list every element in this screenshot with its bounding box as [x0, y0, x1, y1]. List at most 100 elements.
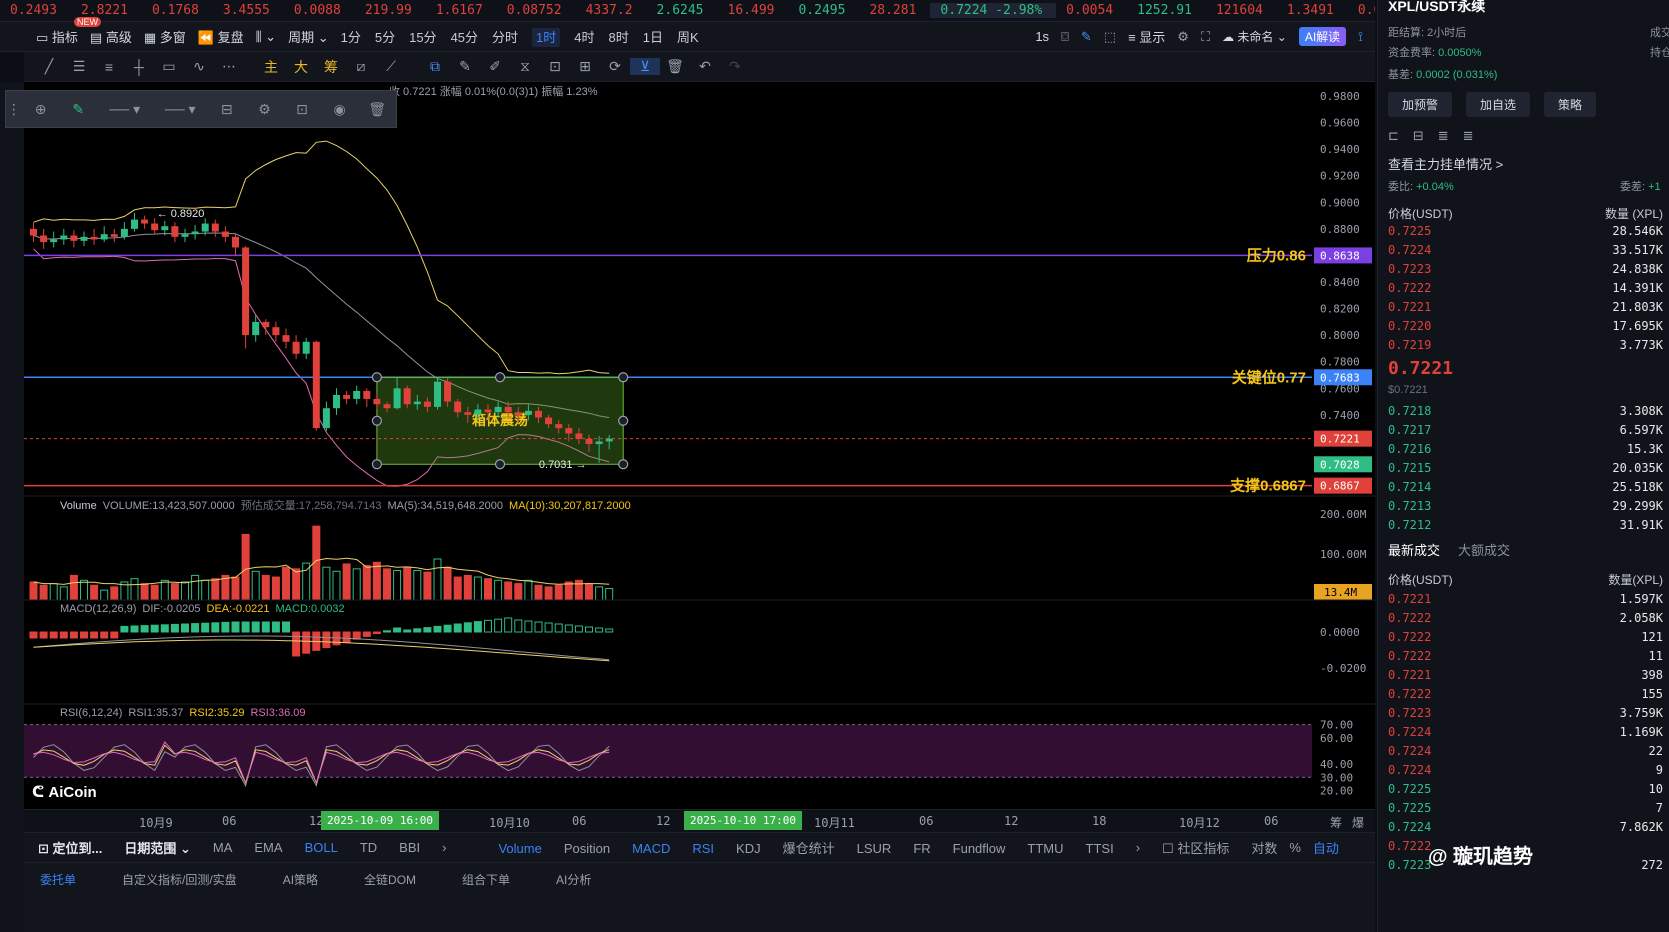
replay-button[interactable]: ⏪ 复盘 — [198, 27, 244, 46]
candle[interactable] — [252, 321, 260, 336]
orderbook-row[interactable]: 0.7222 121 — [1388, 630, 1663, 649]
bottom-tab-0[interactable]: 委托单 — [24, 871, 76, 888]
color-pen-icon[interactable]: ✎ — [59, 101, 97, 118]
orderbook-row[interactable]: 0.7225 7 — [1388, 801, 1663, 820]
orderbook-row[interactable]: 0.7221 21.803K — [1388, 300, 1663, 319]
orderbook-row[interactable]: 0.7221 398 — [1388, 668, 1663, 687]
candle[interactable] — [423, 401, 431, 407]
candle[interactable] — [50, 239, 58, 243]
candle[interactable] — [171, 226, 179, 237]
candle[interactable] — [353, 390, 361, 399]
latest-trades-tab[interactable]: 最新成交 — [1388, 540, 1440, 559]
sub-indicator-4[interactable]: KDJ — [736, 841, 761, 856]
candle[interactable] — [262, 321, 270, 328]
ticker-item[interactable]: 121604 — [1206, 3, 1277, 18]
locate-button[interactable]: ⊡ 定位到... — [38, 838, 102, 857]
big-trades-tab[interactable]: 大额成交 — [1458, 540, 1510, 559]
indicator-boll[interactable]: BOLL — [305, 840, 338, 855]
orderbook-row[interactable]: 0.7215 20.035K — [1388, 461, 1663, 480]
ticker-item[interactable]: 2.6245 — [647, 3, 718, 18]
orderbook-row[interactable]: 0.7220 17.695K — [1388, 319, 1663, 338]
candle[interactable] — [100, 234, 108, 240]
bottom-tab-1[interactable]: 自定义指标/回测/实盘 — [106, 871, 237, 888]
box-handle[interactable] — [494, 372, 506, 383]
pattern-icon[interactable]: ⧖ — [510, 58, 540, 75]
ticker-item[interactable]: 16.499 — [718, 3, 789, 18]
box-handle[interactable] — [371, 372, 382, 383]
candle[interactable] — [191, 231, 199, 235]
candle[interactable] — [383, 404, 391, 409]
ticker-item[interactable]: 1252.91 — [1127, 3, 1206, 18]
box-handle[interactable] — [618, 415, 629, 426]
more-tools-icon[interactable]: ⋯ — [214, 58, 244, 75]
ticker-item[interactable]: 0.2495 — [788, 3, 859, 18]
indicators-button[interactable]: ▭ 指标 NEW — [36, 17, 101, 46]
community-indicators-button[interactable]: ☐ 社区指标 — [1162, 838, 1229, 857]
orderbook-row[interactable]: 0.7222 2.058K — [1388, 611, 1663, 630]
candle[interactable] — [181, 234, 189, 237]
visibility-icon[interactable]: ◉ — [321, 101, 359, 118]
period-3[interactable]: 45分 — [451, 30, 478, 45]
candle[interactable] — [393, 388, 401, 409]
candle[interactable] — [201, 223, 209, 232]
main-force-button[interactable]: 主 — [256, 57, 286, 77]
period-4[interactable]: 分时 — [492, 30, 518, 45]
channel-tool-icon[interactable]: ≡ — [94, 59, 124, 75]
box-handle[interactable] — [371, 459, 382, 470]
candle[interactable] — [232, 236, 239, 248]
ai-explain-button[interactable]: AI解读 — [1298, 27, 1347, 46]
orderbook-row[interactable]: 0.7222 155 — [1388, 687, 1663, 706]
orderbook-row[interactable]: 0.7224 33.517K — [1388, 243, 1663, 262]
cloud-layout-button[interactable]: ☁ 未命名 ⌄ — [1222, 28, 1287, 45]
main-orders-link[interactable]: 查看主力挂单情况 > — [1388, 154, 1503, 173]
x-axis[interactable]: 10月9 06 12 10月10 06 12 10月11 06 12 18 10月12 06 2025-… — [24, 809, 1375, 832]
orderbook-row[interactable]: 0.7225 10 — [1388, 782, 1663, 801]
magnet-icon[interactable]: ⟳ — [600, 58, 630, 75]
candle[interactable] — [292, 341, 300, 354]
ticker-item[interactable]: 219.99 — [355, 3, 426, 18]
auto-scale-toggle[interactable]: 自动 — [1313, 838, 1339, 857]
box-handle[interactable] — [494, 459, 506, 470]
candle[interactable] — [545, 417, 553, 425]
orderbook-row[interactable]: 0.7223 3.759K — [1388, 706, 1663, 725]
advanced-button[interactable]: ▤ 高级 — [90, 27, 132, 46]
sub-indicator-1[interactable]: Position — [564, 841, 610, 856]
fullscreen-icon[interactable]: ⛶ — [1201, 29, 1210, 45]
x-right-label[interactable]: 筹 — [1330, 814, 1342, 831]
lock-icon[interactable]: ⊡ — [540, 58, 570, 75]
candle[interactable] — [403, 388, 411, 405]
sub-indicator-5[interactable]: 爆仓统计 — [783, 841, 835, 856]
candle[interactable] — [131, 219, 138, 229]
orderbook-row[interactable]: 0.7216 15.3K — [1388, 442, 1663, 461]
candle[interactable] — [585, 438, 593, 445]
drag-handle-icon[interactable]: ⋮ — [6, 101, 22, 118]
candle[interactable] — [535, 410, 542, 418]
orderbook-row[interactable]: 0.7213 29.299K — [1388, 499, 1663, 518]
big-order-button[interactable]: 大 — [286, 57, 316, 77]
orderbook-row[interactable]: 0.7218 3.308K — [1388, 404, 1663, 423]
action-button-1[interactable]: 加自选 — [1466, 92, 1531, 117]
orderbook-row[interactable]: 0.7223 24.838K — [1388, 262, 1663, 281]
more-indicators-icon[interactable]: › — [442, 840, 446, 855]
x-right-label[interactable]: 爆 — [1352, 814, 1364, 831]
settings-icon[interactable]: ⚙ — [246, 101, 284, 118]
ticker-item[interactable]: 0.0088 — [284, 3, 355, 18]
candle[interactable] — [524, 410, 532, 415]
ticker-item[interactable]: 0.0054 — [1056, 3, 1127, 18]
candle[interactable] — [333, 394, 340, 409]
candle[interactable] — [494, 406, 502, 413]
ticker-item[interactable]: 0.0024 — [1348, 3, 1375, 18]
candle[interactable] — [242, 247, 250, 336]
display-button[interactable]: ≡ 显示 — [1128, 27, 1165, 46]
bottom-tab-5[interactable]: AI分析 — [540, 871, 591, 888]
line-style-dropdown[interactable]: ── ▾ — [97, 101, 152, 118]
settings-icon[interactable]: ⚙ — [1177, 29, 1189, 45]
orderbook-row[interactable]: 0.7224 22 — [1388, 744, 1663, 763]
filter-icon[interactable]: ⊻ — [630, 58, 660, 75]
ticker-item[interactable]: 4337.2 — [576, 3, 647, 18]
indicator-ema[interactable]: EMA — [254, 840, 282, 855]
bottom-tab-3[interactable]: 全链DOM — [348, 871, 416, 888]
log-scale-toggle[interactable]: 对数 — [1251, 838, 1277, 857]
period-0[interactable]: 1分 — [341, 30, 361, 45]
measure-icon[interactable]: ⟋ — [376, 58, 406, 75]
